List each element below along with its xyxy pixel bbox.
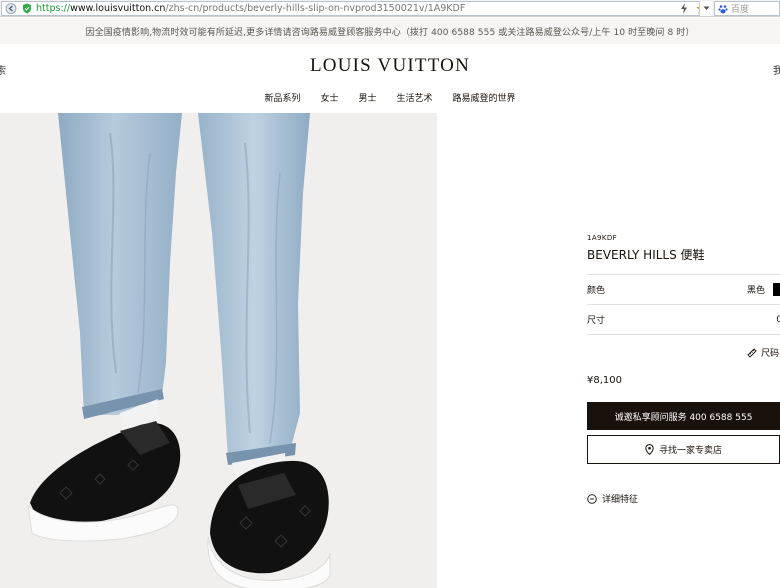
- size-guide-link[interactable]: 尺码: [747, 346, 779, 359]
- product-info: 1A9KDF BEVERLY HILLS 便鞋 颜色 黑色 尺寸 0 尺码 ¥8…: [587, 113, 780, 588]
- address-dropdown[interactable]: [699, 1, 712, 16]
- product-price: ¥8,100: [587, 375, 622, 386]
- find-store-label: 寻找一家专卖店: [658, 446, 722, 456]
- nav-item-world[interactable]: 路易威登的世界: [453, 91, 516, 104]
- size-value: 0: [776, 314, 780, 325]
- url-scheme: https://: [36, 3, 71, 14]
- size-selector[interactable]: 尺寸 0: [587, 304, 780, 335]
- color-value-wrap: 黑色: [747, 283, 780, 296]
- main-nav: 新品系列 女士 男士 生活艺术 路易威登的世界: [0, 91, 780, 104]
- site-header: 索 LOUIS VUITTON 我 新品系列 女士 男士 生活艺术 路易威登的世…: [0, 44, 780, 113]
- color-label: 颜色: [587, 286, 606, 296]
- contact-advisor-button[interactable]: 诚邀私享顾问服务 400 6588 555: [587, 402, 780, 430]
- product-image[interactable]: [0, 113, 437, 588]
- product-photo-illustration: [0, 113, 437, 588]
- product-sku: 1A9KDF: [587, 234, 618, 242]
- nav-item-women[interactable]: 女士: [320, 91, 338, 104]
- secure-shield-icon: [20, 2, 34, 15]
- size-label: 尺寸: [587, 316, 606, 326]
- header-right-edge-text[interactable]: 我: [773, 62, 780, 77]
- brand-logo[interactable]: LOUIS VUITTON: [0, 55, 780, 77]
- contact-advisor-label: 诚邀私享顾问服务 400 6588 555: [614, 412, 753, 423]
- address-bar[interactable]: https://www.louisvuitton.cn/zhs-cn/produ…: [1, 1, 711, 16]
- search-placeholder: 百度: [731, 5, 750, 15]
- ruler-icon: [747, 347, 757, 358]
- baidu-paw-icon: [718, 4, 728, 13]
- lightning-icon[interactable]: [680, 0, 688, 18]
- product-title: BEVERLY HILLS 便鞋: [587, 248, 705, 262]
- size-guide-label: 尺码: [761, 349, 780, 359]
- nav-item-living[interactable]: 生活艺术: [397, 91, 433, 104]
- nav-item-men[interactable]: 男士: [358, 91, 376, 104]
- url-text[interactable]: https://www.louisvuitton.cn/zhs-cn/produ…: [36, 3, 465, 14]
- back-arrow-icon[interactable]: [2, 2, 20, 15]
- plus-circle-icon: [587, 493, 597, 504]
- color-swatch: [773, 283, 780, 296]
- url-path: /zhs-cn/products/beverly-hills-slip-on-n…: [165, 3, 466, 14]
- color-selector[interactable]: 颜色 黑色: [587, 274, 780, 304]
- nav-item-new[interactable]: 新品系列: [264, 91, 300, 104]
- color-value: 黑色: [746, 286, 765, 296]
- browser-toolbar: https://www.louisvuitton.cn/zhs-cn/produ…: [0, 0, 780, 17]
- notice-banner: 因全国疫情影响,物流时效可能有所延迟,更多详情请咨询路易威登顾客服务中心（拨打 …: [0, 18, 780, 44]
- url-host: www.louisvuitton.cn: [70, 3, 166, 14]
- location-pin-icon: [645, 444, 654, 455]
- notice-text: 因全国疫情影响,物流时效可能有所延迟,更多详情请咨询路易威登顾客服务中心（拨打 …: [85, 27, 695, 38]
- details-label: 详细特征: [602, 495, 639, 505]
- find-store-button[interactable]: 寻找一家专卖店: [587, 435, 780, 464]
- search-engine-box[interactable]: 百度: [714, 1, 780, 16]
- chevron-down-icon: [703, 6, 709, 10]
- details-toggle[interactable]: 详细特征: [587, 492, 638, 505]
